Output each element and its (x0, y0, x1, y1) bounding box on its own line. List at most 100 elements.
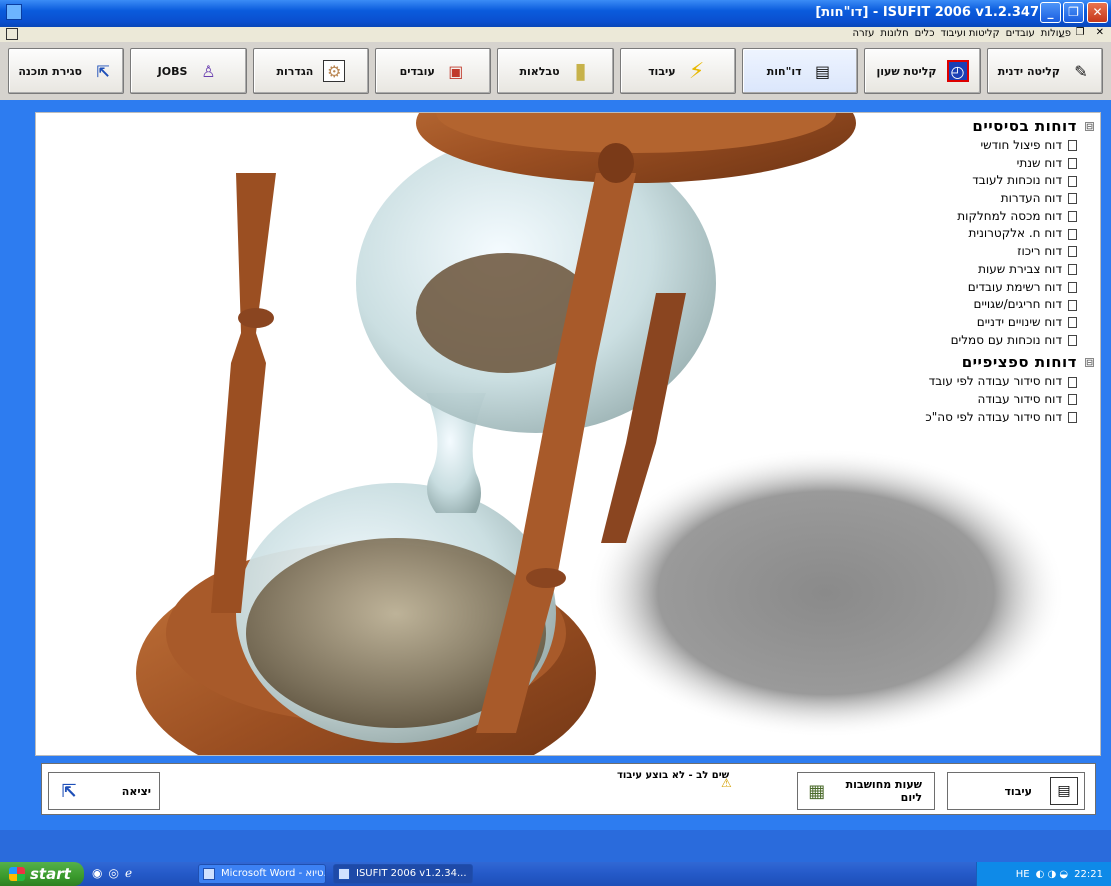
tree-item-label: דוח רשימת עובדים (967, 279, 1062, 294)
menu-items: פעולות עובדים קליטות ועיבוד כלים חלונות … (853, 28, 1072, 39)
mdi-system-icon[interactable] (6, 28, 18, 40)
settings-icon: ⚙ (323, 60, 346, 82)
exit-icon: ⇱ (96, 61, 110, 81)
document-icon (1068, 376, 1077, 388)
tree-item[interactable]: דוח פיצול חודשי (925, 137, 1094, 155)
employees-label: עובדים (399, 64, 435, 78)
tree-item[interactable]: דוח שינויים ידניים (925, 314, 1094, 332)
window-title: [דו"חות] - ISUFIT 2006 v1.2.347 (815, 5, 1039, 20)
document-icon (1068, 228, 1077, 240)
computed-hours-button[interactable]: שעות מחושבות ליום ▦ (797, 772, 935, 810)
document-icon (1068, 264, 1077, 276)
document-icon (1068, 317, 1077, 329)
processing-button[interactable]: עיבוד ⚡ (619, 48, 737, 94)
close-program-label: סגירת תוכנה (18, 64, 83, 78)
clock[interactable]: 22:21 (1074, 869, 1103, 880)
specific-reports-group: ⊟ דוחות ספציפיים דוח סידור עבודה לפי עוב… (925, 351, 1094, 426)
basic-reports-header[interactable]: ⊟ דוחות בסיסיים (925, 115, 1094, 137)
settings-button[interactable]: הגדרות ⚙ (252, 48, 370, 94)
reports-button[interactable]: דו"חות ▤ (742, 48, 859, 94)
title-bar: [דו"חות] - ISUFIT 2006 v1.2.347 _ ❐ ✕ (0, 0, 1111, 27)
clock-import-label: קליטת שעון (876, 64, 937, 78)
menu-tools[interactable]: כלים (915, 28, 935, 39)
clock-import-button[interactable]: קליטת שעון ◴ (864, 48, 981, 94)
tree-item[interactable]: דוח מכסה למחלקות (925, 208, 1094, 226)
menu-windows[interactable]: חלונות (880, 28, 908, 39)
tables-button[interactable]: טבלאות ▮ (497, 48, 614, 94)
exit-button[interactable]: יציאה ⇱ (48, 772, 160, 810)
collapse-toggle-icon[interactable]: ⊟ (1085, 357, 1094, 367)
bottom-bar: ▤ עיבוד שעות מחושבות ליום ▦ ⚠ שים לב - ל… (35, 757, 1101, 818)
tree-item[interactable]: דוח סידור עבודה (925, 391, 1094, 409)
document-icon (1068, 193, 1077, 205)
isufit-icon (338, 868, 350, 880)
computed-hours-label: שעות מחושבות ליום (845, 778, 922, 804)
app-icon[interactable] (6, 4, 22, 20)
process-button[interactable]: ▤ עיבוד (947, 772, 1085, 810)
media-icon[interactable]: ◎ (108, 866, 118, 880)
bottom-panel: ▤ עיבוד שעות מחושבות ליום ▦ ⚠ שים לב - ל… (41, 763, 1096, 815)
minimize-button[interactable]: _ (1040, 2, 1061, 23)
menu-help[interactable]: עזרה (853, 28, 875, 39)
process-label: עיבוד (1004, 784, 1032, 798)
tree-item-label: דוח סידור עבודה (977, 391, 1062, 406)
menu-employees[interactable]: עובדים (1006, 28, 1035, 39)
tree-item[interactable]: דוח ריכוז (925, 243, 1094, 261)
specific-reports-header[interactable]: ⊟ דוחות ספציפיים (925, 351, 1094, 373)
tree-item-label: דוח סידור עבודה לפי עובד (928, 374, 1062, 389)
exit-door-icon: ⇱ (61, 780, 77, 802)
tree-item-label: דוח שינויים ידניים (976, 314, 1062, 329)
tree-item[interactable]: דוח צבירת שעות (925, 261, 1094, 279)
tree-item-label: דוח העדרות (1000, 191, 1062, 206)
mdi-controls[interactable]: _ ❐ ✕ (1059, 27, 1108, 38)
settings-label: הגדרות (276, 64, 314, 78)
employees-button[interactable]: עובדים ▣ (375, 48, 492, 94)
tree-item[interactable]: דוח ח. אלקטרונית (925, 225, 1094, 243)
tree-item[interactable]: דוח רשימת עובדים (925, 279, 1094, 297)
reports-label: דו"חות (766, 64, 802, 78)
tree-item-label: דוח שנתי (1016, 155, 1062, 170)
tree-item[interactable]: דוח העדרות (925, 190, 1094, 208)
system-tray: HE ◐ ◑ ◒ 22:21 (976, 862, 1111, 886)
person-icon: ♙ (201, 61, 216, 81)
menu-bar: פעולות עובדים קליטות ועיבוד כלים חלונות … (0, 27, 1111, 42)
tree-item-label: דוח ריכוז (1017, 244, 1062, 259)
tray-icons[interactable]: ◐ ◑ ◒ (1036, 869, 1069, 880)
document-icon (1068, 299, 1077, 311)
exit-label: יציאה (121, 784, 151, 798)
tree-item[interactable]: דוח נוכחות עם סמלים (925, 332, 1094, 350)
tree-item[interactable]: דוח סידור עבודה לפי סה"כ (925, 409, 1094, 427)
tree-item-label: דוח נוכחות לעובד (972, 173, 1062, 188)
desktop-icon[interactable]: ◉ (92, 866, 102, 880)
report-icon: ▤ (815, 61, 831, 81)
document-icon (1068, 246, 1077, 258)
document-icon (1068, 140, 1077, 152)
start-button[interactable]: start (0, 862, 84, 886)
document-icon (1068, 281, 1077, 293)
process-document-icon: ▤ (1050, 777, 1078, 805)
manual-entry-label: קליטה ידנית (997, 64, 1060, 78)
language-indicator[interactable]: HE (1016, 869, 1030, 880)
taskbar-item-word[interactable]: Microsoft Word - טיוא... (198, 864, 326, 884)
browser-icon[interactable]: ℯ (125, 866, 132, 880)
document-icon (1068, 175, 1077, 187)
tree-item-label: דוח צבירת שעות (978, 261, 1062, 276)
jobs-button[interactable]: JOBS ♙ (130, 48, 247, 94)
maximize-button[interactable]: ❐ (1063, 2, 1084, 23)
taskbar-item-isufit[interactable]: ISUFIT 2006 v1.2.34... (333, 864, 473, 884)
tree-item[interactable]: דוח סידור עבודה לפי עובד (925, 373, 1094, 391)
tree-item[interactable]: דוח חריגים/שגויים (925, 296, 1094, 314)
tree-item-label: דוח ח. אלקטרונית (968, 226, 1063, 241)
basic-reports-group: ⊟ דוחות בסיסיים דוח פיצול חודשי דוח שנתי… (925, 115, 1094, 349)
close-program-button[interactable]: סגירת תוכנה ⇱ (8, 48, 125, 94)
taskbar-item-label: ISUFIT 2006 v1.2.34... (356, 868, 467, 879)
document-icon (1068, 334, 1077, 346)
main-toolbar: קליטה ידנית ✎ קליטת שעון ◴ דו"חות ▤ עיבו… (0, 42, 1111, 100)
close-button[interactable]: ✕ (1087, 2, 1108, 23)
manual-entry-button[interactable]: קליטה ידנית ✎ (986, 48, 1103, 94)
tree-item[interactable]: דוח שנתי (925, 155, 1094, 173)
menu-imports-processing[interactable]: קליטות ועיבוד (941, 28, 1000, 39)
tree-item-label: דוח סידור עבודה לפי סה"כ (925, 409, 1062, 424)
collapse-toggle-icon[interactable]: ⊟ (1085, 121, 1094, 131)
tree-item[interactable]: דוח נוכחות לעובד (925, 172, 1094, 190)
